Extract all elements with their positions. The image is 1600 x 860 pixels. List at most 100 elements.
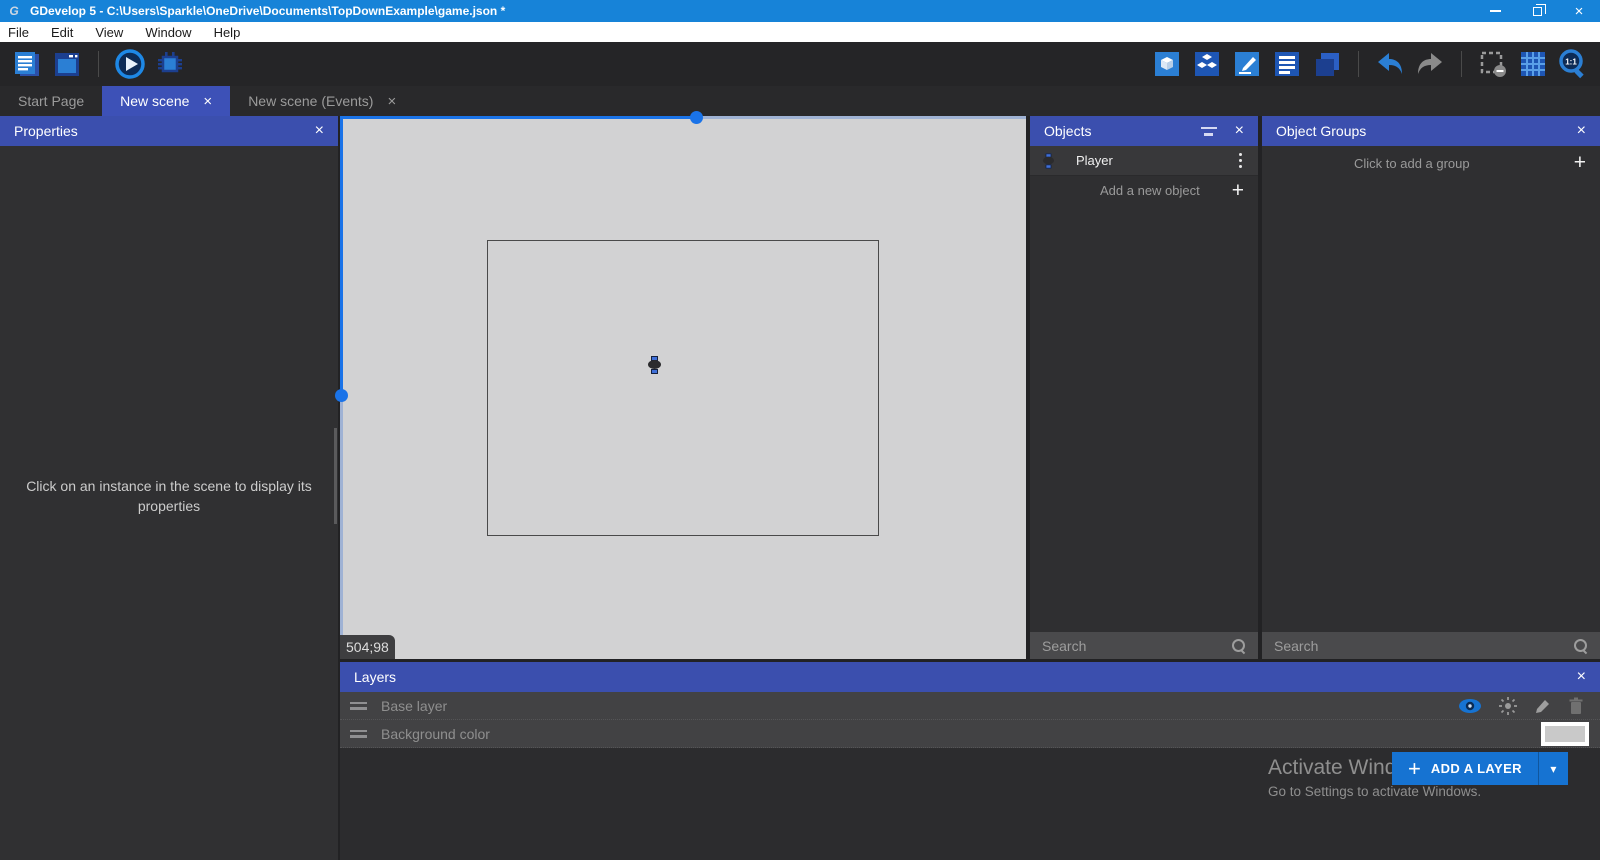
- close-panel-icon[interactable]: ×: [315, 122, 324, 140]
- edit-layer-icon[interactable]: [1534, 697, 1552, 715]
- horizontal-scrollbar-track[interactable]: [340, 116, 1026, 119]
- tab-label: New scene (Events): [248, 93, 373, 109]
- plus-icon: +: [1408, 756, 1421, 782]
- zoom-original-icon[interactable]: 1:1: [1556, 47, 1590, 81]
- background-color-swatch[interactable]: [1541, 722, 1589, 746]
- object-groups-title: Object Groups: [1276, 123, 1366, 139]
- toolbar-separator: [1461, 51, 1462, 77]
- search-placeholder: Search: [1042, 638, 1086, 654]
- horizontal-scrollbar-fill: [340, 116, 697, 119]
- tab-start-page[interactable]: Start Page: [0, 86, 102, 116]
- instances-list-icon[interactable]: [1270, 47, 1304, 81]
- svg-text:1:1: 1:1: [1565, 58, 1577, 67]
- drag-handle-icon[interactable]: [350, 730, 367, 738]
- layer-row-base[interactable]: Base layer: [340, 692, 1600, 720]
- close-icon: ×: [1575, 4, 1584, 19]
- menu-help[interactable]: Help: [214, 25, 241, 40]
- minimize-icon: [1490, 10, 1501, 12]
- close-panel-icon[interactable]: ×: [1577, 122, 1586, 140]
- properties-title: Properties: [14, 123, 78, 139]
- delete-layer-icon[interactable]: [1568, 697, 1584, 715]
- title-bar: G GDevelop 5 - C:\Users\Sparkle\OneDrive…: [0, 0, 1600, 22]
- layer-row-background[interactable]: Background color: [340, 720, 1600, 748]
- menu-file[interactable]: File: [8, 25, 29, 40]
- search-icon: [1230, 638, 1246, 654]
- plus-icon: +: [1232, 179, 1244, 203]
- scene-properties-icon[interactable]: [1230, 47, 1264, 81]
- object-groups-search-input[interactable]: Search: [1262, 632, 1600, 659]
- play-icon[interactable]: [113, 47, 147, 81]
- chevron-down-icon: ▾: [1550, 762, 1556, 776]
- tab-label: Start Page: [18, 93, 84, 109]
- debugger-icon[interactable]: [153, 47, 187, 81]
- toggle-grid-icon[interactable]: [1516, 47, 1550, 81]
- horizontal-scrollbar-thumb[interactable]: [690, 111, 703, 124]
- redo-icon[interactable]: [1413, 47, 1447, 81]
- add-object-row[interactable]: Add a new object +: [1030, 176, 1258, 205]
- layers-editor-icon[interactable]: [1310, 47, 1344, 81]
- properties-scrollbar[interactable]: [334, 428, 337, 524]
- object-name: Player: [1076, 153, 1113, 168]
- add-group-row[interactable]: Click to add a group +: [1262, 148, 1600, 178]
- scene-canvas[interactable]: 504;98: [340, 116, 1026, 659]
- menu-window[interactable]: Window: [145, 25, 191, 40]
- tab-close-icon[interactable]: ×: [203, 93, 212, 110]
- drag-handle-icon[interactable]: [350, 702, 367, 710]
- close-panel-icon[interactable]: ×: [1577, 668, 1586, 686]
- menu-edit[interactable]: Edit: [51, 25, 73, 40]
- player-instance[interactable]: [648, 356, 661, 374]
- game-window-bounds: [487, 240, 879, 536]
- main-area: Properties × Click on an instance in the…: [0, 116, 1600, 860]
- toolbar-left-group: [10, 47, 187, 81]
- properties-panel: Properties × Click on an instance in the…: [0, 116, 338, 860]
- tab-new-scene-events[interactable]: New scene (Events) ×: [230, 86, 414, 116]
- toolbar: 1:1: [0, 42, 1600, 86]
- scene-editor-icon[interactable]: [50, 47, 84, 81]
- player-object-icon: [1043, 153, 1054, 168]
- visibility-eye-icon[interactable]: [1458, 698, 1482, 714]
- properties-header: Properties ×: [0, 116, 338, 146]
- add-layer-button[interactable]: + ADD A LAYER ▾: [1392, 752, 1568, 785]
- object-row-player[interactable]: Player: [1030, 146, 1258, 176]
- filter-icon[interactable]: [1201, 127, 1217, 136]
- tab-close-icon[interactable]: ×: [387, 93, 396, 110]
- gdevelop-logo-icon: G: [6, 3, 22, 19]
- layers-header: Layers ×: [340, 662, 1600, 692]
- objects-editor-icon[interactable]: [1150, 47, 1184, 81]
- vertical-scrollbar-thumb[interactable]: [335, 389, 348, 402]
- window-controls: ×: [1474, 0, 1600, 22]
- menu-bar: File Edit View Window Help: [0, 22, 1600, 42]
- restore-button[interactable]: [1516, 0, 1558, 22]
- layers-panel: Layers × Base layer: [340, 662, 1600, 860]
- add-layer-dropdown[interactable]: ▾: [1538, 752, 1568, 785]
- objects-search-input[interactable]: Search: [1030, 632, 1258, 659]
- vertical-scrollbar-track[interactable]: [340, 116, 343, 659]
- add-object-label: Add a new object: [1100, 183, 1200, 198]
- project-manager-icon[interactable]: [10, 47, 44, 81]
- minimize-button[interactable]: [1474, 0, 1516, 22]
- clear-selection-icon[interactable]: [1476, 47, 1510, 81]
- layer-name: Base layer: [381, 698, 447, 714]
- search-placeholder: Search: [1274, 638, 1318, 654]
- layer-effects-icon[interactable]: [1498, 696, 1518, 716]
- window-title: GDevelop 5 - C:\Users\Sparkle\OneDrive\D…: [30, 4, 505, 18]
- close-button[interactable]: ×: [1558, 0, 1600, 22]
- object-menu-icon[interactable]: [1235, 149, 1247, 173]
- add-group-label: Click to add a group: [1354, 156, 1470, 171]
- objects-panel: Objects × Player Add a new object + Sear…: [1030, 116, 1258, 659]
- search-icon: [1572, 638, 1588, 654]
- menu-view[interactable]: View: [95, 25, 123, 40]
- gdevelop-window: G GDevelop 5 - C:\Users\Sparkle\OneDrive…: [0, 0, 1600, 860]
- player-sprite-icon: [648, 356, 661, 374]
- object-groups-header: Object Groups ×: [1262, 116, 1600, 146]
- tab-new-scene[interactable]: New scene ×: [102, 86, 230, 116]
- object-groups-editor-icon[interactable]: [1190, 47, 1224, 81]
- properties-empty-message: Click on an instance in the scene to dis…: [19, 476, 319, 516]
- layer-name: Background color: [381, 726, 490, 742]
- objects-title: Objects: [1044, 123, 1091, 139]
- close-panel-icon[interactable]: ×: [1235, 122, 1244, 140]
- objects-header: Objects ×: [1030, 116, 1258, 146]
- undo-icon[interactable]: [1373, 47, 1407, 81]
- toolbar-right-group: 1:1: [1150, 47, 1590, 81]
- object-groups-panel: Object Groups × Click to add a group + S…: [1262, 116, 1600, 659]
